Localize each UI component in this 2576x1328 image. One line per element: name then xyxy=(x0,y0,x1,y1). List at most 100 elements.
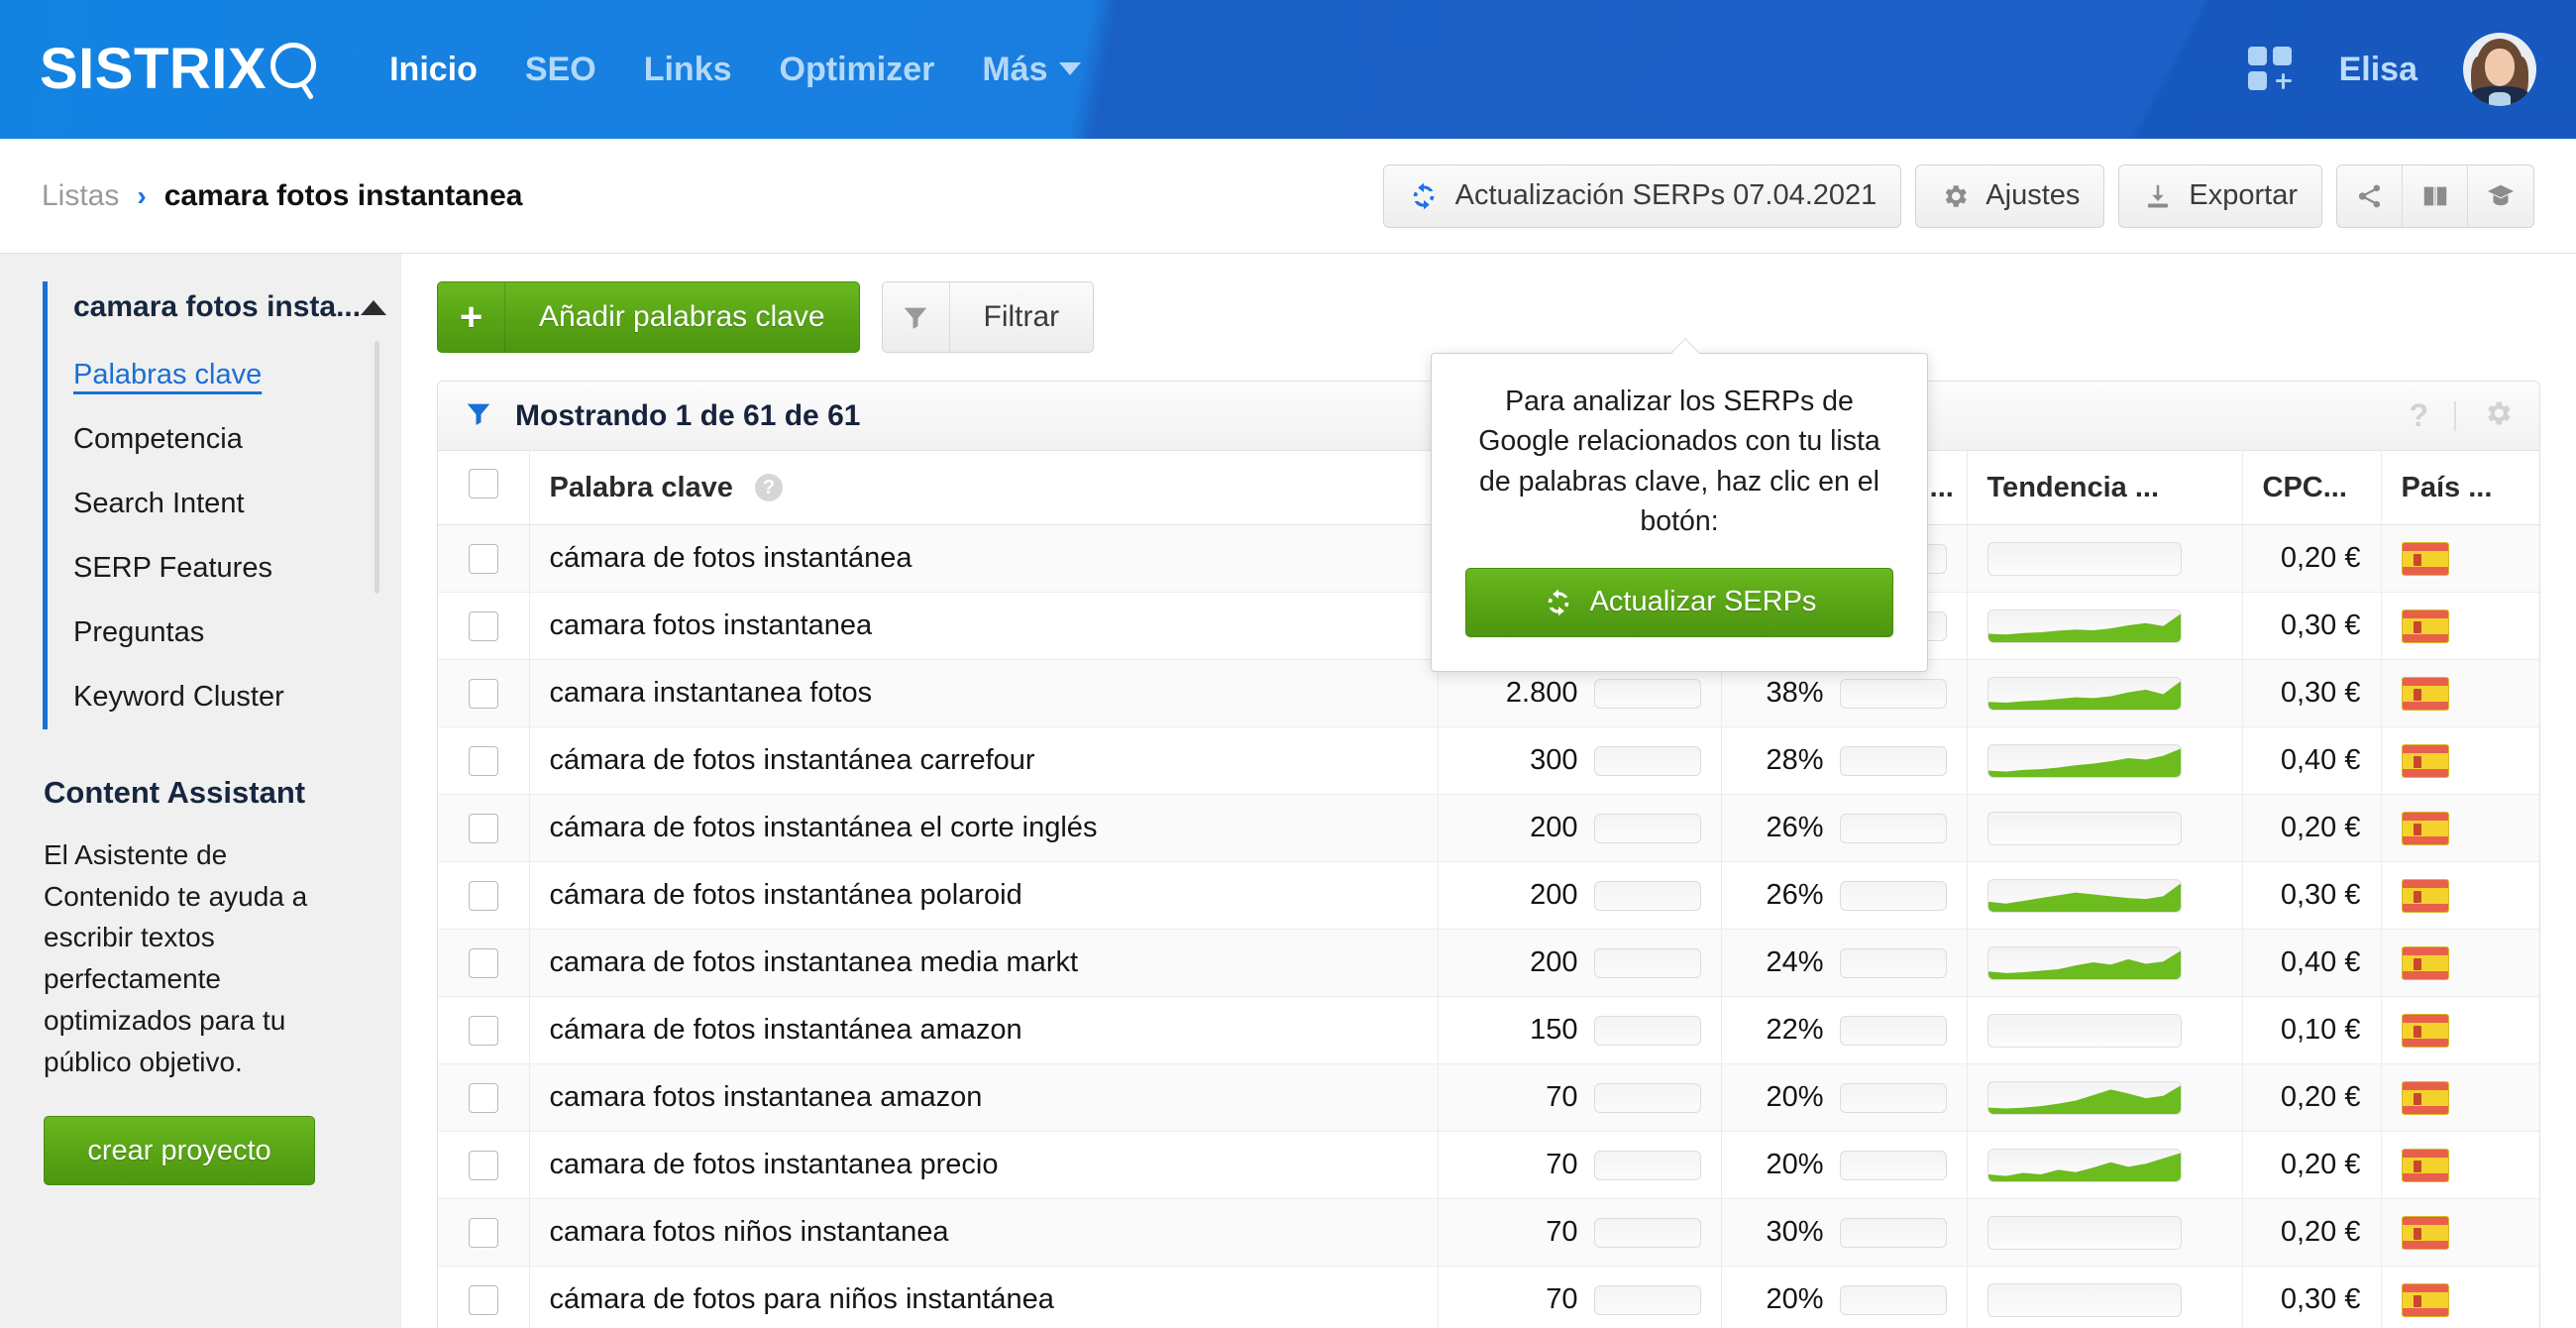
breadcrumb-toolbar: Listas › camara fotos instantanea Actual… xyxy=(0,139,2576,672)
sidebar-item-competencia[interactable]: Competencia xyxy=(73,407,401,472)
main-nav: Inicio SEO Links Optimizer Más xyxy=(389,51,1082,89)
keyword-text: cámara de fotos para niños instantánea xyxy=(549,1283,1054,1315)
avatar[interactable] xyxy=(2463,33,2536,106)
sidebar-item-palabras-clave[interactable]: Palabras clave xyxy=(73,343,401,407)
column-keyword[interactable]: Palabra clave ? xyxy=(529,451,1439,525)
chevron-up-icon[interactable] xyxy=(361,299,387,315)
row-checkbox[interactable] xyxy=(468,1015,498,1046)
refresh-icon xyxy=(1413,182,1435,209)
sidebar-item-serp-features[interactable]: SERP Features xyxy=(73,536,401,601)
apps-grid-add-icon[interactable] xyxy=(2247,47,2294,92)
gear-icon xyxy=(1946,184,1968,207)
table-row[interactable]: cámara de fotos instantánea el corte ing… xyxy=(438,794,2539,862)
user-name[interactable]: Elisa xyxy=(2339,51,2417,89)
table-row[interactable]: camara de fotos instantanea precio 70 20% 0… xyxy=(438,1131,2539,1199)
row-checkbox[interactable] xyxy=(468,1150,498,1180)
row-checkbox[interactable] xyxy=(468,745,498,776)
question-mark-icon[interactable]: ? xyxy=(2409,397,2428,434)
gear-icon[interactable] xyxy=(2482,397,2514,434)
keyword-cell[interactable]: cámara de fotos instantánea xyxy=(529,524,1439,593)
column-cpc[interactable]: CPC... xyxy=(2242,451,2382,525)
share-icon[interactable] xyxy=(2337,165,2403,227)
row-checkbox[interactable] xyxy=(468,880,498,911)
keyword-cell[interactable]: cámara de fotos instantánea polaroid xyxy=(529,861,1439,930)
question-mark-icon[interactable]: ? xyxy=(754,474,783,501)
traffic-cell: 70 xyxy=(1438,1198,1722,1267)
breadcrumb-current: camara fotos instantanea xyxy=(163,178,523,212)
cpc-value: 0,40 € xyxy=(2280,744,2361,776)
row-checkbox[interactable] xyxy=(468,610,498,641)
trend-chart xyxy=(1986,609,2182,643)
spain-flag-icon xyxy=(2401,1013,2449,1048)
graduation-cap-icon[interactable] xyxy=(2468,166,2533,227)
sistrix-logo[interactable]: SISTRIX xyxy=(40,41,326,100)
keyword-cell[interactable]: camara instantanea fotos xyxy=(529,659,1439,727)
competition-cell: 22% xyxy=(1721,996,1968,1064)
cpc-value: 0,30 € xyxy=(2280,677,2361,709)
top-navigation-bar: SISTRIX Inicio SEO Links Optimizer Más E… xyxy=(0,0,2576,139)
create-project-label: crear proyecto xyxy=(87,1134,271,1166)
toolbar-icon-group xyxy=(2336,164,2534,228)
select-all-checkbox[interactable] xyxy=(468,469,498,498)
funnel-icon xyxy=(883,282,950,352)
country-cell xyxy=(2381,1198,2539,1267)
spain-flag-icon xyxy=(2401,811,2449,845)
export-button[interactable]: Exportar xyxy=(2118,164,2322,228)
table-row[interactable]: camara fotos instantanea amazon 70 20% 0,20… xyxy=(438,1063,2539,1132)
nav-item-links[interactable]: Links xyxy=(644,51,732,89)
table-row[interactable]: camara de fotos instantanea media markt 2… xyxy=(438,929,2539,997)
add-keywords-button[interactable]: + Añadir palabras clave xyxy=(437,281,860,353)
table-row[interactable]: camara fotos niños instantanea 70 30% 0,20 … xyxy=(438,1198,2539,1267)
competition-value: 20% xyxy=(1766,1081,1824,1113)
keyword-cell[interactable]: camara de fotos instantanea media markt xyxy=(529,929,1439,997)
create-project-button[interactable]: crear proyecto xyxy=(44,1116,315,1186)
keyword-cell[interactable]: cámara de fotos instantánea amazon xyxy=(529,996,1439,1064)
keyword-cell[interactable]: camara de fotos instantanea precio xyxy=(529,1131,1439,1199)
serp-update-button[interactable]: Actualización SERPs 07.04.2021 xyxy=(1382,164,1902,228)
keyword-cell[interactable]: cámara de fotos instantánea carrefour xyxy=(529,726,1439,795)
competition-bar xyxy=(1839,880,1947,911)
table-row[interactable]: cámara de fotos instantánea polaroid 200 2… xyxy=(438,861,2539,930)
breadcrumb-root[interactable]: Listas xyxy=(42,179,119,213)
trend-cell xyxy=(1967,592,2243,660)
table-row[interactable]: cámara de fotos instantánea carrefour 300… xyxy=(438,726,2539,795)
column-country[interactable]: País ... xyxy=(2381,451,2539,525)
keyword-cell[interactable]: camara fotos niños instantanea xyxy=(529,1198,1439,1267)
sidebar-item-search-intent[interactable]: Search Intent xyxy=(73,472,401,536)
table-row[interactable]: cámara de fotos para niños instantánea 70… xyxy=(438,1266,2539,1328)
nav-item-mas[interactable]: Más xyxy=(982,51,1082,89)
trend-sparkline xyxy=(1987,1152,2181,1181)
trend-chart xyxy=(1986,1282,2182,1317)
row-checkbox[interactable] xyxy=(468,1082,498,1113)
filter-button[interactable]: Filtrar xyxy=(881,281,1095,353)
row-checkbox[interactable] xyxy=(468,1284,498,1315)
table-header-tools: ? xyxy=(2409,397,2514,434)
keyword-cell[interactable]: camara fotos instantanea amazon xyxy=(529,1063,1439,1132)
keyword-cell[interactable]: camara fotos instantanea xyxy=(529,592,1439,660)
keyword-cell[interactable]: cámara de fotos para niños instantánea xyxy=(529,1266,1439,1328)
update-serps-button[interactable]: Actualizar SERPs xyxy=(1465,567,1893,637)
row-checkbox[interactable] xyxy=(468,1217,498,1248)
sidebar-scrollbar[interactable] xyxy=(375,341,379,594)
traffic-value: 150 xyxy=(1530,1014,1578,1046)
table-row[interactable]: cámara de fotos instantánea amazon 150 22%… xyxy=(438,996,2539,1064)
traffic-value: 200 xyxy=(1530,946,1578,978)
keyword-cell[interactable]: cámara de fotos instantánea el corte ing… xyxy=(529,794,1439,862)
book-icon[interactable] xyxy=(2403,165,2468,227)
row-checkbox[interactable] xyxy=(468,543,498,574)
traffic-value: 70 xyxy=(1546,1149,1578,1180)
nav-item-seo[interactable]: SEO xyxy=(525,51,596,89)
row-checkbox[interactable] xyxy=(468,947,498,978)
sidebar-item-preguntas[interactable]: Preguntas xyxy=(73,601,401,665)
column-trend[interactable]: Tendencia ... xyxy=(1967,451,2243,525)
row-checkbox[interactable] xyxy=(468,678,498,709)
keyword-text: camara instantanea fotos xyxy=(549,677,873,709)
sidebar-item-keyword-cluster[interactable]: Keyword Cluster xyxy=(73,665,401,729)
sidebar-header[interactable]: camara fotos insta... xyxy=(43,281,401,333)
row-checkbox[interactable] xyxy=(468,813,498,843)
sidebar-item-label: Competencia xyxy=(73,423,243,455)
nav-item-optimizer[interactable]: Optimizer xyxy=(780,51,935,89)
nav-item-inicio[interactable]: Inicio xyxy=(389,51,478,89)
trend-sparkline xyxy=(1987,747,2181,777)
settings-button[interactable]: Ajustes xyxy=(1915,164,2105,228)
